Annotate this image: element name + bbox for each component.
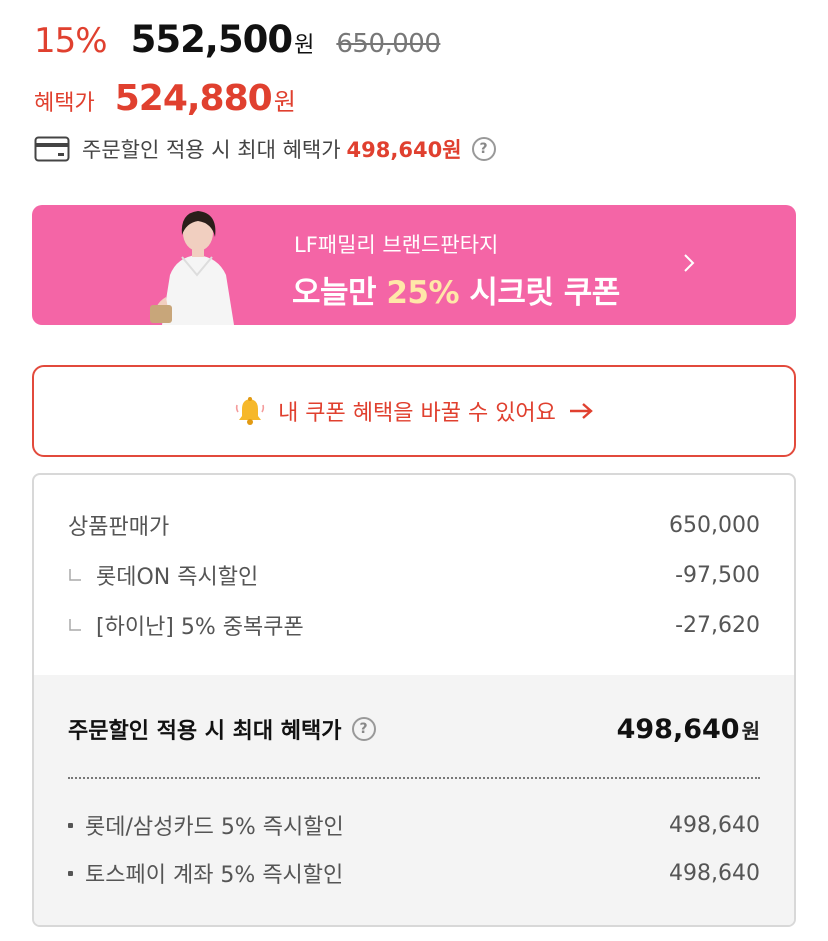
change-coupon-label: 내 쿠폰 혜택을 바꿀 수 있어요: [278, 401, 556, 426]
sub-item-mark-icon: [69, 569, 81, 581]
promo-title: 오늘만 25% 시크릿 쿠폰: [292, 267, 620, 312]
total-label: 주문할인 적용 시 최대 혜택가: [68, 719, 342, 744]
total-label-wrap: 주문할인 적용 시 최대 혜택가 ?: [68, 713, 376, 745]
bell-icon: [235, 397, 265, 425]
model-photo: [150, 211, 234, 325]
credit-card-icon: [34, 136, 70, 162]
sub-item-mark-icon: [69, 619, 81, 631]
max-benefit-text: 주문할인 적용 시 최대 혜택가: [82, 138, 341, 162]
promo-title-highlight: 25%: [386, 275, 460, 311]
total-row: 주문할인 적용 시 최대 혜택가 ? 498,640 원: [68, 713, 760, 745]
bullet-icon: [68, 822, 73, 828]
original-price: 650,000: [336, 29, 441, 59]
card-discount-value: 498,640: [669, 812, 760, 838]
total-section: 주문할인 적용 시 최대 혜택가 ? 498,640 원 롯데/삼성카드 5% 즉…: [34, 675, 794, 925]
card-discount-label: 토스페이 계좌 5% 즉시할인: [85, 863, 344, 888]
max-benefit-row: 주문할인 적용 시 최대 혜택가 498,640원 ?: [34, 134, 496, 164]
benefit-price-row: 혜택가 524,880 원: [34, 78, 296, 119]
benefit-price: 524,880: [114, 78, 273, 119]
dotted-divider: [68, 777, 760, 779]
breakdown-row-label: 롯데ON 즉시할인: [96, 565, 259, 590]
sale-currency: 원: [294, 33, 315, 58]
benefit-currency: 원: [273, 88, 296, 116]
card-discount-row: 롯데/삼성카드 5% 즉시할인 498,640: [68, 809, 760, 841]
breakdown-row: [하이난] 5% 중복쿠폰 -27,620: [68, 609, 760, 641]
promo-text: LF패밀리 브랜드판타지 오늘만 25% 시크릿 쿠폰: [292, 229, 620, 312]
promo-banner[interactable]: LF패밀리 브랜드판타지 오늘만 25% 시크릿 쿠폰: [32, 205, 796, 325]
bullet-icon: [68, 870, 73, 876]
card-discount-label-wrap: 롯데/삼성카드 5% 즉시할인: [68, 809, 344, 841]
breakdown-row-label: [하이난] 5% 중복쿠폰: [96, 615, 304, 640]
breakdown-row-value: 650,000: [669, 512, 760, 538]
help-icon[interactable]: ?: [471, 137, 496, 161]
price-row: 15% 552,500 원 650,000: [34, 18, 441, 61]
help-icon[interactable]: ?: [351, 717, 376, 741]
max-benefit-amount: 498,640원: [346, 138, 462, 162]
breakdown-row-label-wrap: [하이난] 5% 중복쿠폰: [68, 609, 304, 641]
breakdown-row: 상품판매가 650,000: [68, 509, 760, 541]
breakdown-row-value: -97,500: [675, 562, 760, 588]
change-coupon-button[interactable]: 내 쿠폰 혜택을 바꿀 수 있어요: [32, 365, 796, 457]
chevron-right-icon: [684, 254, 695, 272]
breakdown-row: 롯데ON 즉시할인 -97,500: [68, 559, 760, 591]
price-breakdown-panel: 상품판매가 650,000 롯데ON 즉시할인 -97,500 [하이난] 5%…: [32, 473, 796, 927]
card-discount-value: 498,640: [669, 860, 760, 886]
card-discount-row: 토스페이 계좌 5% 즉시할인 498,640: [68, 857, 760, 889]
breakdown-row-label-wrap: 롯데ON 즉시할인: [68, 559, 258, 591]
promo-subtitle: LF패밀리 브랜드판타지: [294, 233, 499, 257]
benefit-label: 혜택가: [34, 91, 95, 116]
promo-title-prefix: 오늘만: [292, 275, 387, 311]
arrow-right-icon: [569, 403, 593, 419]
total-value: 498,640: [616, 713, 740, 745]
card-discount-label: 롯데/삼성카드 5% 즉시할인: [85, 815, 344, 840]
breakdown-row-value: -27,620: [675, 612, 760, 638]
total-currency: 원: [741, 718, 760, 743]
total-value-wrap: 498,640 원: [617, 714, 760, 745]
breakdown-row-label: 상품판매가: [68, 515, 170, 540]
sale-price: 552,500: [130, 18, 294, 61]
promo-title-suffix: 시크릿 쿠폰: [459, 275, 620, 311]
discount-rate: 15%: [34, 21, 108, 61]
card-discount-label-wrap: 토스페이 계좌 5% 즉시할인: [68, 857, 343, 889]
